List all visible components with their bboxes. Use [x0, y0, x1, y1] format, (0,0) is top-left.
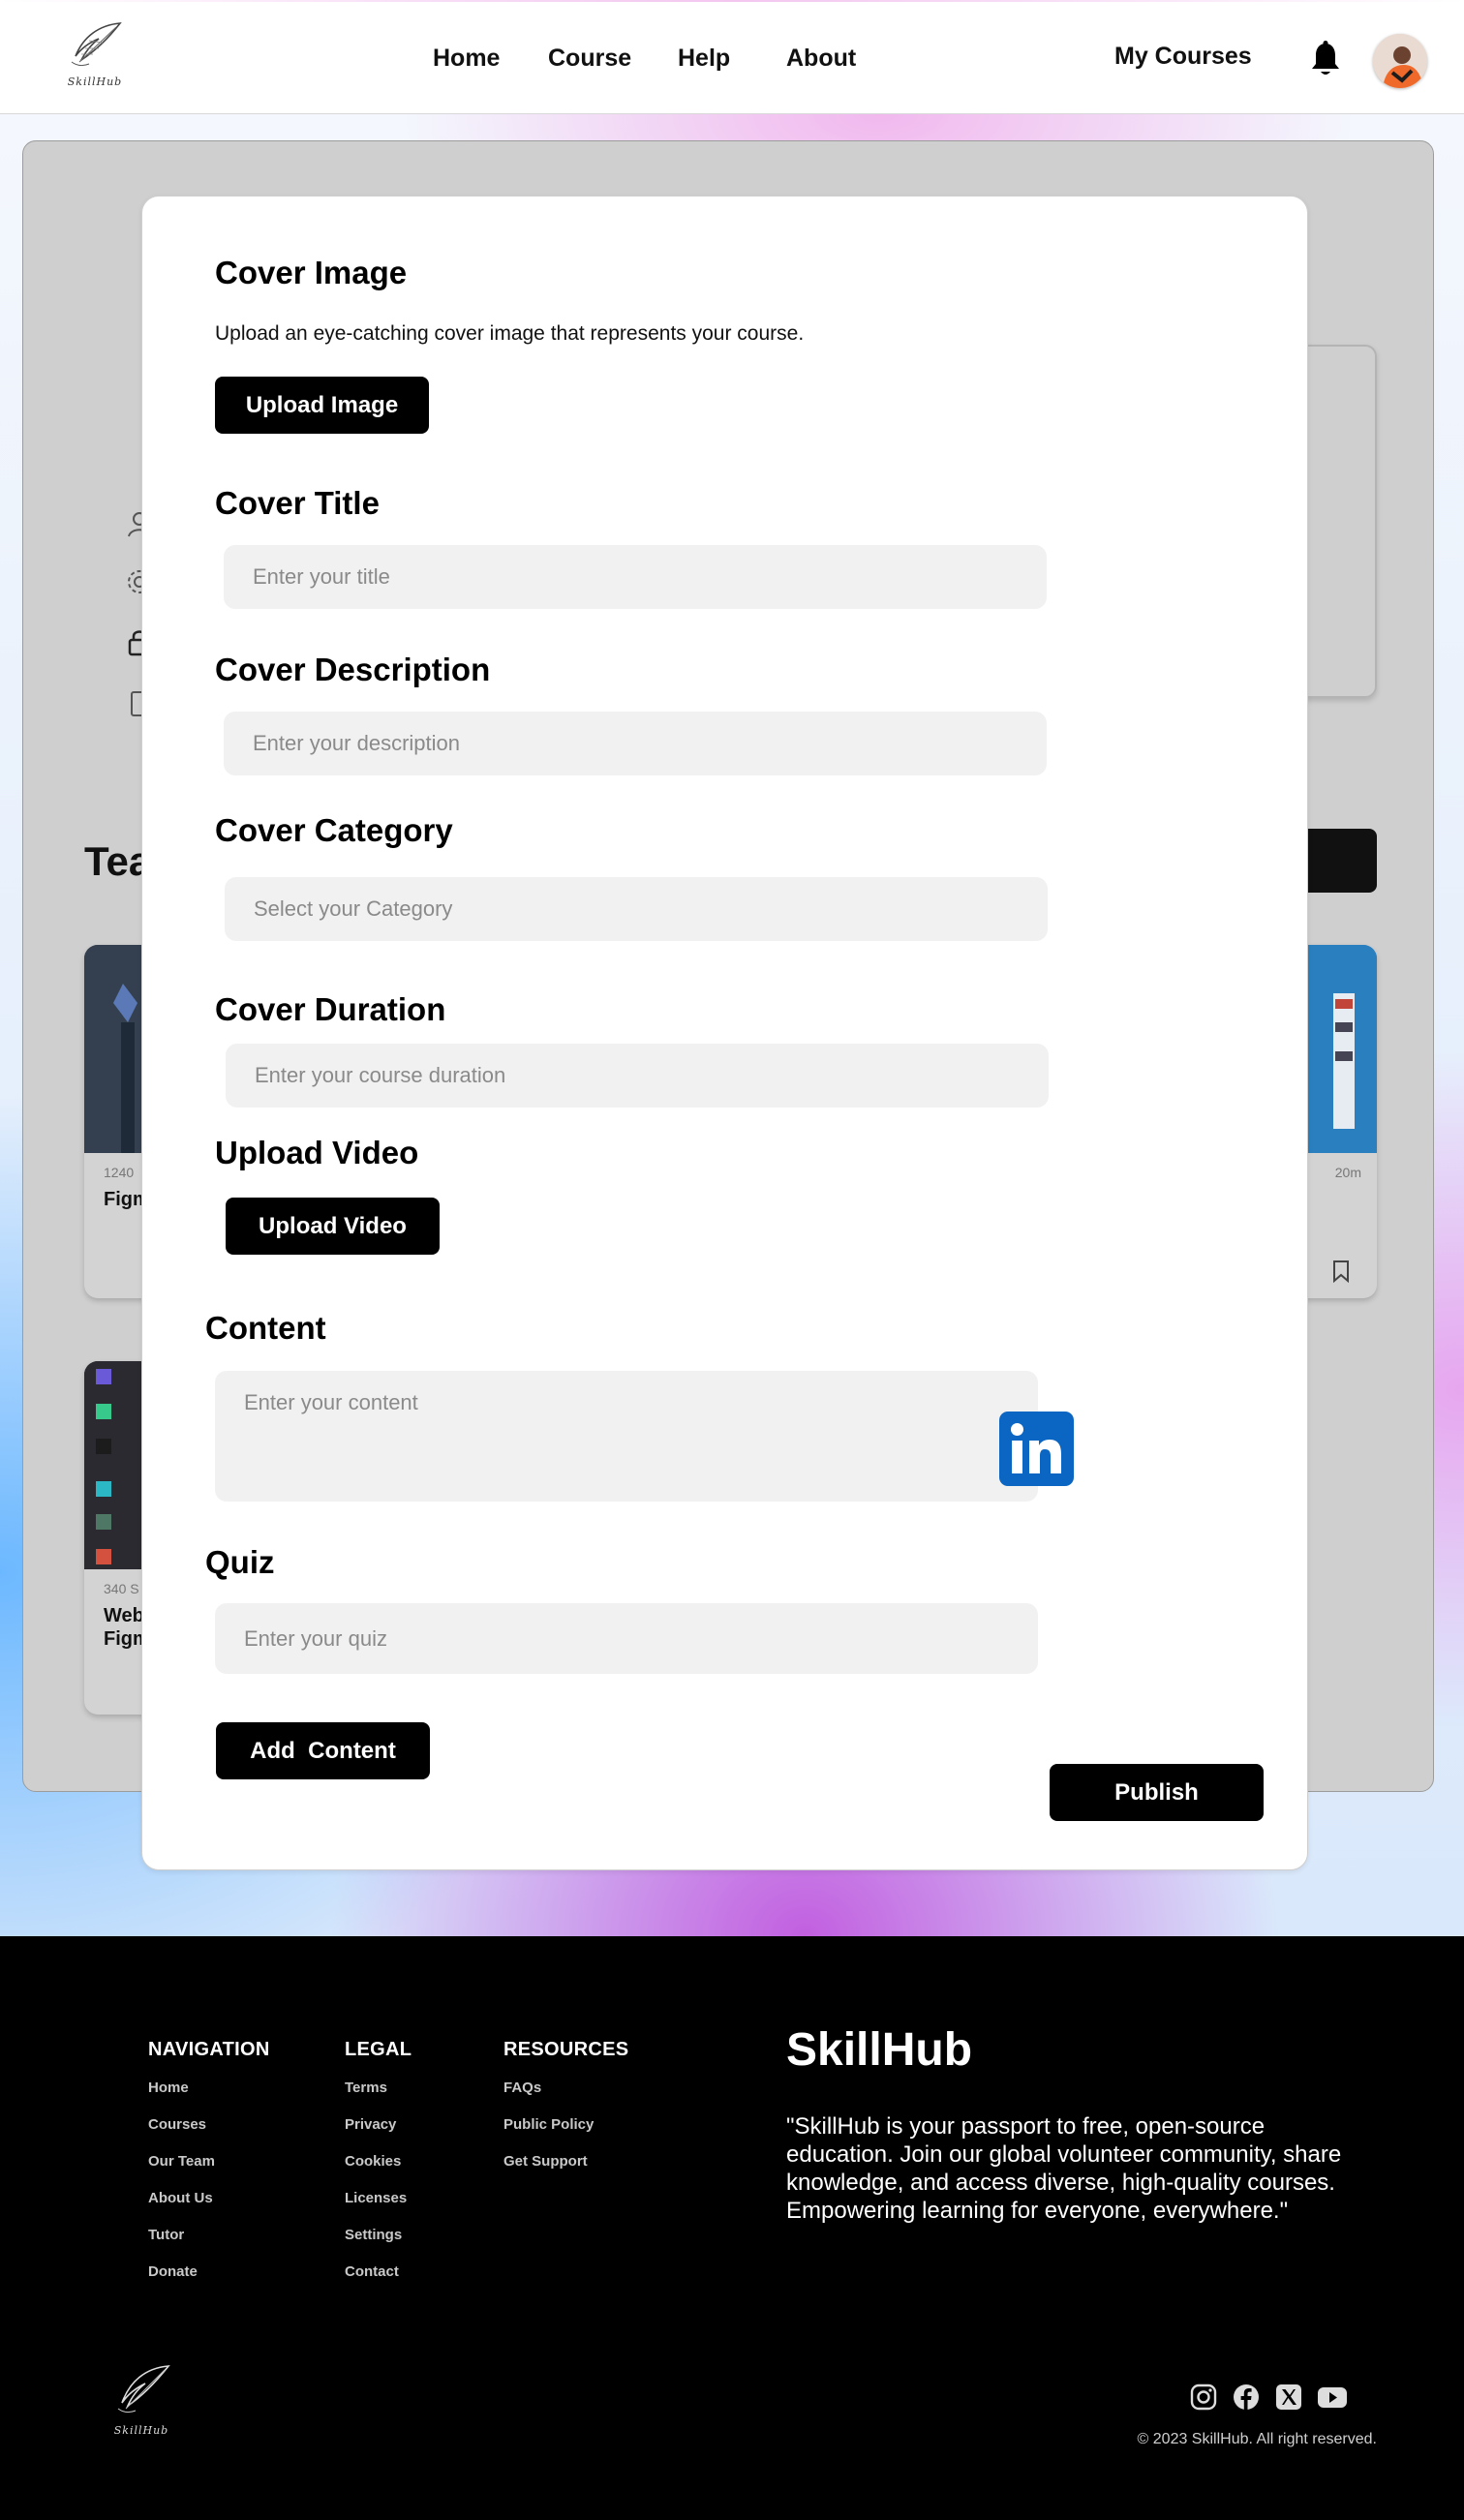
skillhub-logo[interactable]: SkillHub	[60, 19, 130, 93]
footer-link-courses[interactable]: Courses	[148, 2116, 206, 2133]
quiz-heading: Quiz	[205, 1544, 275, 1580]
quill-icon	[117, 2365, 170, 2414]
footer-resources-title: RESOURCES	[503, 2039, 629, 2060]
bell-icon[interactable]	[1309, 41, 1342, 77]
upload-video-button[interactable]: Upload Video	[226, 1198, 440, 1255]
footer-navigation-title: NAVIGATION	[148, 2039, 270, 2060]
footer-link-get-support[interactable]: Get Support	[503, 2153, 588, 2170]
footer-link-settings[interactable]: Settings	[345, 2227, 402, 2243]
footer-link-about-us[interactable]: About Us	[148, 2190, 213, 2206]
upload-video-heading: Upload Video	[215, 1135, 419, 1170]
publish-button[interactable]: Publish	[1050, 1764, 1264, 1821]
footer-link-home[interactable]: Home	[148, 2080, 189, 2096]
bookmark-icon	[1333, 1260, 1349, 1283]
footer-link-donate[interactable]: Donate	[148, 2263, 198, 2280]
footer-link-privacy[interactable]: Privacy	[345, 2116, 396, 2133]
cover-category-select[interactable]	[225, 877, 1048, 941]
content-heading: Content	[205, 1310, 326, 1346]
footer-brand: SkillHub	[786, 2024, 973, 2076]
create-course-modal: Cover Image Upload an eye-catching cover…	[141, 196, 1308, 1870]
avatar-icon	[1373, 34, 1427, 88]
nav-help[interactable]: Help	[678, 45, 730, 73]
footer-link-terms[interactable]: Terms	[345, 2080, 387, 2096]
cover-category-heading: Cover Category	[215, 812, 453, 848]
x-icon[interactable]	[1274, 2383, 1303, 2412]
facebook-icon[interactable]	[1232, 2383, 1261, 2412]
nav-course[interactable]: Course	[548, 45, 631, 73]
copyright-text: © 2023 SkillHub. All right reserved.	[1137, 2431, 1377, 2447]
add-content-button[interactable]: Add Content	[216, 1722, 430, 1779]
cover-description-heading: Cover Description	[215, 652, 491, 687]
footer-link-cookies[interactable]: Cookies	[345, 2153, 401, 2170]
top-navbar: SkillHub Home Course Help About My Cours…	[0, 0, 1464, 114]
youtube-icon[interactable]	[1317, 2383, 1348, 2412]
instagram-icon[interactable]	[1189, 2383, 1218, 2412]
nav-home[interactable]: Home	[433, 45, 500, 73]
cover-description-input[interactable]	[224, 712, 1047, 775]
cover-duration-input[interactable]	[226, 1044, 1049, 1108]
footer-link-our-team[interactable]: Our Team	[148, 2153, 215, 2170]
logo-text: SkillHub	[67, 76, 123, 88]
my-courses-link[interactable]: My Courses	[1114, 43, 1252, 71]
site-footer: NAVIGATION Home Courses Our Team About U…	[0, 1936, 1464, 2520]
user-avatar[interactable]	[1373, 34, 1427, 88]
footer-link-contact[interactable]: Contact	[345, 2263, 399, 2280]
linkedin-icon[interactable]	[999, 1412, 1074, 1486]
nav-about[interactable]: About	[786, 45, 856, 73]
logo-text: SkillHub	[113, 2424, 169, 2437]
footer-legal-title: LEGAL	[345, 2039, 412, 2060]
header-accent-line	[0, 0, 1464, 2]
footer-link-faqs[interactable]: FAQs	[503, 2080, 541, 2096]
footer-link-tutor[interactable]: Tutor	[148, 2227, 184, 2243]
footer-logo[interactable]: SkillHub	[105, 2362, 178, 2440]
footer-description: "SkillHub is your passport to free, open…	[786, 2113, 1342, 2224]
quill-icon	[71, 22, 122, 67]
upload-image-button[interactable]: Upload Image	[215, 377, 429, 434]
cover-title-input[interactable]	[224, 545, 1047, 609]
footer-link-public-policy[interactable]: Public Policy	[503, 2116, 594, 2133]
quiz-input[interactable]	[215, 1603, 1038, 1674]
content-textarea[interactable]	[215, 1371, 1038, 1502]
cover-image-description: Upload an eye-catching cover image that …	[215, 322, 805, 345]
footer-link-licenses[interactable]: Licenses	[345, 2190, 407, 2206]
cover-title-heading: Cover Title	[215, 485, 380, 521]
cover-image-heading: Cover Image	[215, 255, 408, 290]
cover-duration-heading: Cover Duration	[215, 991, 446, 1027]
